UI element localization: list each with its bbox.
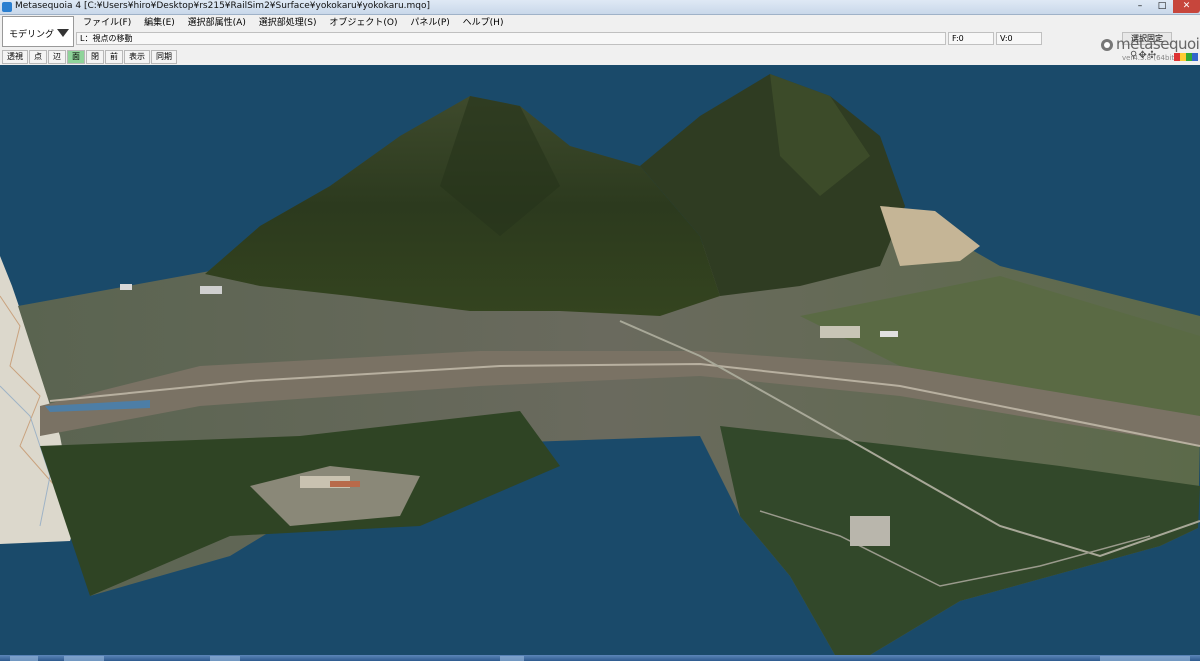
maximize-button[interactable]: □ [1151,0,1173,13]
mode-dropdown[interactable]: モデリング [2,16,74,47]
toolbar: モデリング ファイル(F) 編集(E) 選択部属性(A) 選択部処理(S) オブ… [0,15,1200,65]
menu-edit[interactable]: 編集(E) [139,16,180,30]
view-buttons: 透視 点 辺 面 閉 前 表示 同期 [2,50,178,64]
view-face-button[interactable]: 面 [67,50,85,64]
taskbar [0,655,1200,661]
minimize-button[interactable]: – [1129,0,1151,13]
logo-name: metasequoia4 [1116,35,1200,53]
title-bar: Metasequoia 4 [C:¥Users¥hiro¥Desktop¥rs2… [0,0,1200,15]
menu-file[interactable]: ファイル(F) [78,16,136,30]
rotate-icon[interactable]: ✣ [1148,50,1156,61]
system-tray [1100,656,1190,661]
menu-selection-attributes[interactable]: 選択部属性(A) [183,16,251,30]
taskbar-item[interactable] [500,656,524,661]
close-button[interactable]: ✕ [1173,0,1200,13]
pan-icon[interactable]: ✥ [1138,50,1146,61]
view-point-button[interactable]: 点 [29,50,47,64]
view-closed-button[interactable]: 閉 [86,50,104,64]
3d-viewport[interactable] [0,66,1200,655]
color-palette-icon[interactable] [1174,53,1198,61]
view-perspective-button[interactable]: 透視 [2,50,28,64]
view-sync-button[interactable]: 同期 [151,50,177,64]
view-front-button[interactable]: 前 [105,50,123,64]
view-display-button[interactable]: 表示 [124,50,150,64]
dropdown-arrow-icon [57,29,69,37]
start-button[interactable] [10,656,38,661]
navigation-icons: ⚲✥✣ [1130,50,1157,61]
app-icon [2,2,12,12]
taskbar-item[interactable] [64,656,104,661]
hint-text: L：視点の移動 [76,32,946,45]
menu-bar: ファイル(F) 編集(E) 選択部属性(A) 選択部処理(S) オブジェクト(O… [78,16,508,30]
taskbar-item[interactable] [210,656,240,661]
menu-selection-process[interactable]: 選択部処理(S) [254,16,322,30]
terrain-render [0,74,1200,655]
status-row: L：視点の移動 F:0 V:0 選択固定 [76,32,1172,46]
face-count: F:0 [948,32,994,45]
menu-object[interactable]: オブジェクト(O) [324,16,402,30]
zoom-icon[interactable]: ⚲ [1130,50,1137,61]
view-edge-button[interactable]: 辺 [48,50,66,64]
menu-help[interactable]: ヘルプ(H) [458,16,509,30]
menu-panel[interactable]: パネル(P) [405,16,454,30]
mode-value: モデリング [9,30,55,40]
vertex-count: V:0 [996,32,1042,45]
window-title: Metasequoia 4 [C:¥Users¥hiro¥Desktop¥rs2… [15,1,431,11]
logo-mark-icon [1101,39,1113,51]
